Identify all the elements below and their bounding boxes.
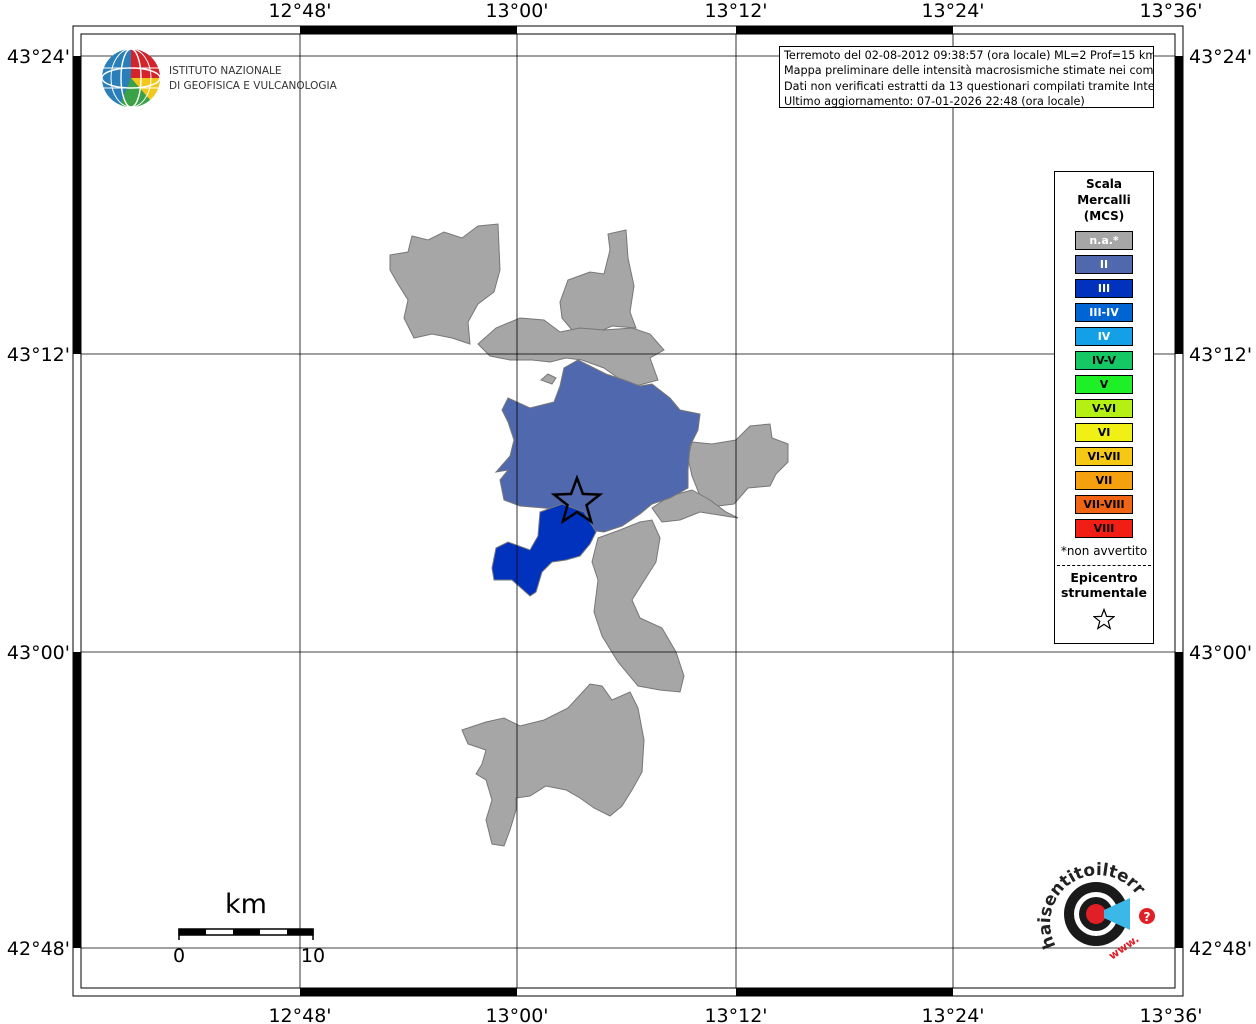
event-info-line: Terremoto del 02-08-2012 09:38:57 (ora l…: [784, 49, 1154, 62]
institute-name-line2: DI GEOFISICA E VULCANOLOGIA: [169, 80, 338, 92]
legend-item: IV: [1075, 327, 1133, 346]
legend-divider: [1057, 565, 1151, 566]
legend-item: IV-V: [1075, 351, 1133, 370]
legend-star-icon: [1055, 607, 1153, 634]
legend-item: II: [1075, 255, 1133, 274]
scale-start: 0: [173, 945, 185, 967]
left-lat-label: 43°12': [7, 344, 70, 366]
bottom-lon-label: 13°00': [485, 1005, 548, 1024]
scale-unit: km: [225, 889, 267, 920]
event-info-line: Dati non verificati estratti da 13 quest…: [784, 79, 1154, 93]
legend-item: VII: [1075, 471, 1133, 490]
legend-item: III: [1075, 279, 1133, 298]
institute-name-line1: ISTITUTO NAZIONALE: [169, 65, 282, 77]
bottom-lon-label: 13°24': [921, 1005, 984, 1024]
top-lon-label: 13°00': [485, 0, 548, 22]
top-lon-label: 12°48': [268, 0, 331, 22]
left-lat-label: 43°00': [7, 642, 70, 664]
top-lon-label: 13°24': [921, 0, 984, 22]
top-axis-labels: 12°48' 13°00' 13°12' 13°24' 13°36': [268, 0, 1202, 22]
right-lat-label: 43°24': [1189, 46, 1252, 68]
legend-title-line: Mercalli: [1077, 193, 1131, 207]
event-info-line: Ultimo aggiornamento: 07-01-2026 22:48 (…: [784, 95, 1085, 108]
left-lat-label: 43°24': [7, 46, 70, 68]
right-axis-labels: 43°24' 43°12' 43°00' 42°48': [1189, 46, 1252, 960]
bottom-axis-labels: 12°48' 13°00' 13°12' 13°24' 13°36': [268, 1005, 1202, 1024]
legend-items: n.a.* II III III-IV IV IV-V V V-VI VI VI-VII VII VI…: [1055, 231, 1153, 538]
legend-epicenter-line: Epicentro: [1070, 570, 1138, 585]
bottom-lon-label: 12°48': [268, 1005, 331, 1024]
svg-text:?: ?: [1144, 910, 1151, 924]
bottom-lon-label: 13°36': [1139, 1005, 1202, 1024]
legend-item: V: [1075, 375, 1133, 394]
legend-item: VI: [1075, 423, 1133, 442]
event-info-box: Terremoto del 02-08-2012 09:38:57 (ora l…: [779, 46, 1154, 108]
legend-item: VIII: [1075, 519, 1133, 538]
legend-epicenter-label: Epicentro strumentale: [1055, 570, 1153, 600]
legend-title-line: Scala: [1085, 177, 1123, 191]
legend-epicenter-line: strumentale: [1060, 585, 1148, 600]
right-lat-label: 43°00': [1189, 642, 1252, 664]
right-lat-label: 43°12': [1189, 344, 1252, 366]
intensity-legend: Scala Mercalli (MCS) n.a.* II III III-IV IV I…: [1054, 171, 1154, 644]
legend-note: *non avvertito: [1060, 544, 1148, 558]
bottom-lon-label: 13°12': [704, 1005, 767, 1024]
legend-item: VII-VIII: [1075, 495, 1133, 514]
legend-title: Scala Mercalli (MCS): [1055, 176, 1153, 224]
right-lat-label: 42°48': [1189, 938, 1252, 960]
left-lat-label: 42°48': [7, 938, 70, 960]
scale-end: 10: [301, 945, 325, 967]
legend-item: III-IV: [1075, 303, 1133, 322]
legend-item: V-VI: [1075, 399, 1133, 418]
top-lon-label: 13°36': [1139, 0, 1202, 22]
event-info-line: Mappa preliminare delle intensità macros…: [784, 64, 1154, 78]
top-lon-label: 13°12': [704, 0, 767, 22]
left-axis-labels: 43°24' 43°12' 43°00' 42°48': [7, 46, 70, 960]
legend-item: n.a.*: [1075, 231, 1133, 250]
legend-title-line: (MCS): [1083, 209, 1125, 223]
legend-item: VI-VII: [1075, 447, 1133, 466]
